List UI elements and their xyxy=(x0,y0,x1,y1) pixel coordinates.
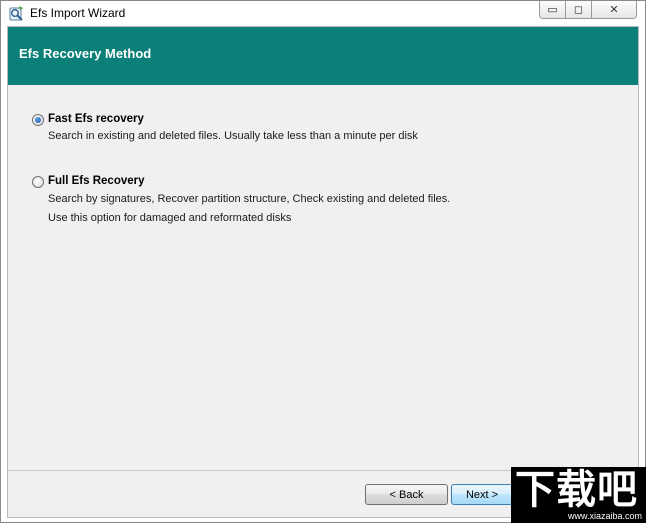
window-controls: ▭ ◻ ✕ xyxy=(539,1,637,19)
full-recovery-description-line1: Search by signatures, Recover partition … xyxy=(48,193,451,205)
maximize-icon: ◻ xyxy=(573,4,584,16)
full-recovery-radio[interactable] xyxy=(32,176,44,188)
page-title: Efs Recovery Method xyxy=(19,46,152,61)
fast-recovery-radio[interactable] xyxy=(32,114,44,126)
fast-recovery-label[interactable]: Fast Efs recovery xyxy=(48,113,144,125)
close-button[interactable]: ✕ xyxy=(592,1,637,19)
watermark-url: www.xiazaiba.com xyxy=(567,511,642,521)
next-button[interactable]: Next > xyxy=(451,484,513,505)
wizard-window: Efs Import Wizard ▭ ◻ ✕ Efs Recovery Met… xyxy=(0,0,646,523)
close-icon: ✕ xyxy=(609,4,619,16)
full-recovery-description-line2: Use this option for damaged and reformat… xyxy=(48,212,292,224)
full-recovery-label[interactable]: Full Efs Recovery xyxy=(48,175,145,187)
minimize-button[interactable]: ▭ xyxy=(539,1,566,19)
minimize-icon: ▭ xyxy=(547,4,558,16)
title-bar[interactable]: Efs Import Wizard ▭ ◻ ✕ xyxy=(1,1,645,26)
wizard-body: Efs Recovery Method Fast Efs recovery Se… xyxy=(7,26,639,518)
wizard-app-icon xyxy=(9,6,23,21)
window-title: Efs Import Wizard xyxy=(30,6,126,20)
back-button[interactable]: < Back xyxy=(365,484,448,505)
wizard-header: Efs Recovery Method xyxy=(8,27,638,85)
fast-recovery-description: Search in existing and deleted files. Us… xyxy=(48,130,418,142)
watermark-logo: 下载吧 xyxy=(515,467,638,513)
maximize-button[interactable]: ◻ xyxy=(566,1,592,19)
watermark-badge: 下载吧 www.xiazaiba.com xyxy=(511,467,646,523)
